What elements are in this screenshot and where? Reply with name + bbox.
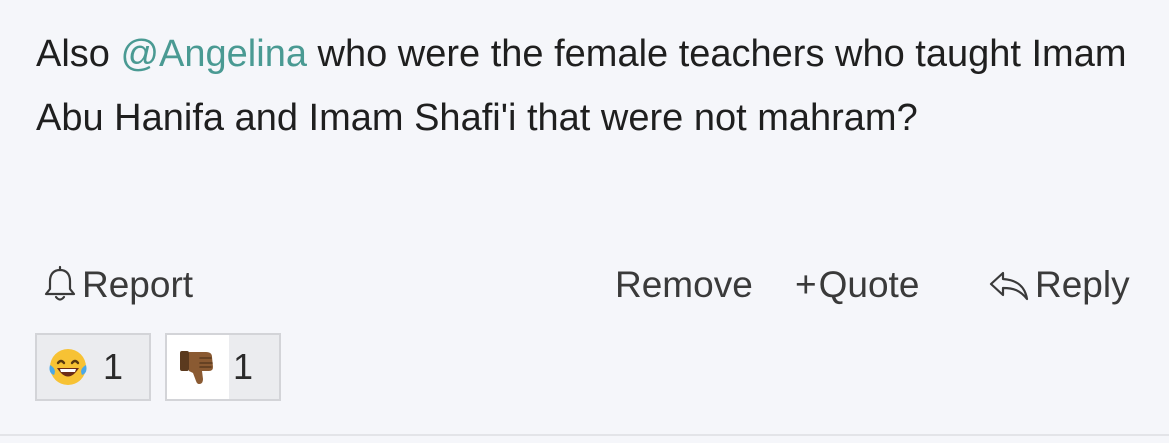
reaction-count: 1	[233, 346, 254, 387]
post-body: Also @Angelina who were the female teach…	[36, 22, 1136, 150]
quote-label: Quote	[818, 264, 920, 305]
post-actions-bar: Report Remove + Quote Reply	[0, 257, 1169, 313]
reply-button[interactable]: Reply	[987, 257, 1130, 313]
report-button[interactable]: Report	[42, 257, 193, 313]
reply-arrow-icon	[987, 265, 1031, 305]
quote-button[interactable]: + Quote	[795, 257, 919, 313]
reaction-thumbs-down[interactable]: 1	[165, 333, 281, 401]
reactions-bar: 1 1	[35, 333, 281, 401]
report-label: Report	[82, 264, 194, 305]
post-text-before: Also	[36, 33, 121, 75]
laughing-tears-emoji-icon	[37, 335, 99, 399]
reaction-count: 1	[103, 346, 124, 387]
plus-icon: +	[795, 264, 817, 305]
bell-icon	[42, 265, 78, 305]
remove-label: Remove	[615, 264, 753, 305]
remove-button[interactable]: Remove	[615, 257, 753, 313]
reply-label: Reply	[1035, 264, 1130, 305]
mention-link[interactable]: @Angelina	[120, 33, 306, 75]
divider	[0, 434, 1169, 436]
thumbs-down-emoji-icon	[167, 335, 229, 399]
reaction-laughing[interactable]: 1	[35, 333, 151, 401]
